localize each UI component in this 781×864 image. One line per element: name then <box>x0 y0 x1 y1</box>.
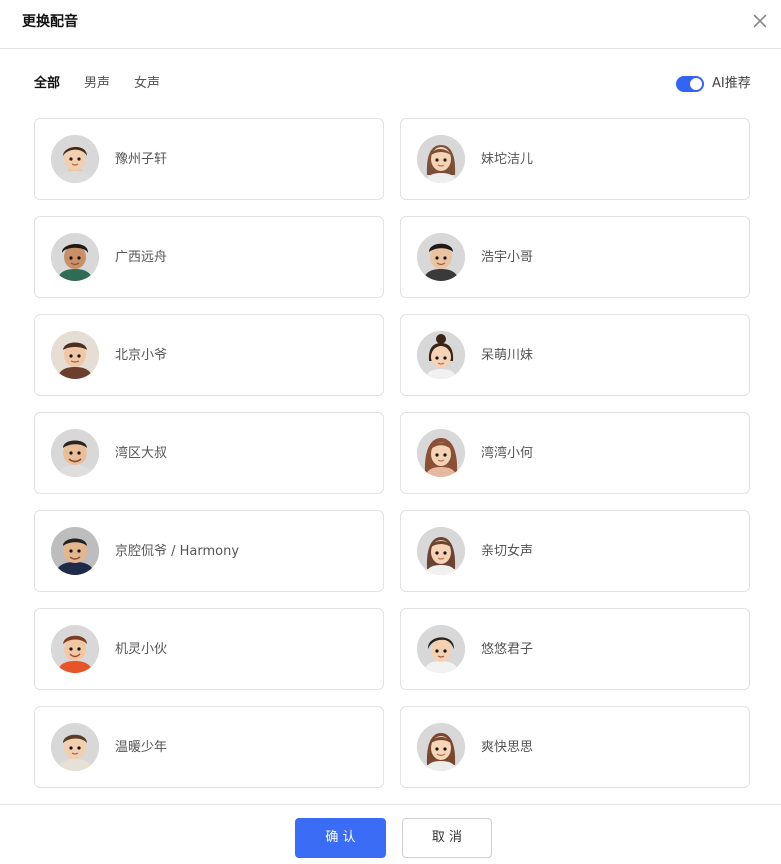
voice-name: 爽快思思 <box>481 740 534 755</box>
dialog-title: 更换配音 <box>22 14 78 30</box>
voice-name: 湾区大叔 <box>115 446 168 461</box>
ai-recommend-label: AI推荐 <box>712 76 751 91</box>
voice-name: 呆萌川妹 <box>481 348 534 363</box>
voice-list: 豫州子轩 妹坨洁儿 广西远舟 浩宇小哥 北京小爷 呆萌川妹 湾区大叔 湾湾小何 … <box>34 118 750 804</box>
voice-name: 湾湾小何 <box>481 446 534 461</box>
boy-avatar-icon <box>51 723 99 771</box>
boy-avatar-icon <box>51 625 99 673</box>
voice-card[interactable]: 亲切女声 <box>400 510 750 592</box>
cancel-button[interactable]: 取 消 <box>402 818 492 858</box>
uncle-avatar-icon <box>51 429 99 477</box>
voice-name: 北京小爷 <box>115 348 168 363</box>
voice-name: 机灵小伙 <box>115 642 168 657</box>
uncle-avatar-icon <box>51 527 99 575</box>
man-avatar-icon <box>417 233 465 281</box>
young-man-avatar-icon <box>417 625 465 673</box>
close-icon[interactable] <box>750 11 770 31</box>
switch-knob <box>690 78 702 90</box>
voice-name: 浩宇小哥 <box>481 250 534 265</box>
voice-card[interactable]: 温暖少年 <box>34 706 384 788</box>
girl-avatar-icon <box>417 135 465 183</box>
voice-card[interactable]: 妹坨洁儿 <box>400 118 750 200</box>
ai-recommend-toggle[interactable]: AI推荐 <box>676 74 751 94</box>
girl-bun-avatar-icon <box>417 331 465 379</box>
voice-card[interactable]: 湾区大叔 <box>34 412 384 494</box>
girl-avatar-icon <box>417 723 465 771</box>
voice-card[interactable]: 北京小爷 <box>34 314 384 396</box>
voice-name: 广西远舟 <box>115 250 168 265</box>
voice-card[interactable]: 爽快思思 <box>400 706 750 788</box>
dialog-header: 更换配音 <box>0 0 781 49</box>
girl-avatar-icon <box>417 429 465 477</box>
voice-card[interactable]: 豫州子轩 <box>34 118 384 200</box>
voice-filter-tabs: 全部 男声 女声 <box>34 74 184 94</box>
dialog-footer: 确 认 取 消 <box>0 804 781 864</box>
tab-male[interactable]: 男声 <box>84 74 110 94</box>
boy-avatar-icon <box>51 135 99 183</box>
tab-all[interactable]: 全部 <box>34 74 60 94</box>
voice-card[interactable]: 悠悠君子 <box>400 608 750 690</box>
voice-card[interactable]: 浩宇小哥 <box>400 216 750 298</box>
boy-avatar-icon <box>51 233 99 281</box>
woman-avatar-icon <box>417 527 465 575</box>
voice-name: 妹坨洁儿 <box>481 152 534 167</box>
voice-card[interactable]: 呆萌川妹 <box>400 314 750 396</box>
ai-recommend-switch[interactable] <box>676 76 704 92</box>
voice-name: 京腔侃爷 / Harmony <box>115 544 240 559</box>
voice-card[interactable]: 湾湾小何 <box>400 412 750 494</box>
man-avatar-icon <box>51 331 99 379</box>
confirm-button[interactable]: 确 认 <box>295 818 386 858</box>
voice-name: 亲切女声 <box>481 544 534 559</box>
voice-name: 悠悠君子 <box>481 642 534 657</box>
voice-card[interactable]: 京腔侃爷 / Harmony <box>34 510 384 592</box>
voice-card[interactable]: 广西远舟 <box>34 216 384 298</box>
voice-card[interactable]: 机灵小伙 <box>34 608 384 690</box>
tab-female[interactable]: 女声 <box>134 74 160 94</box>
voice-name: 温暖少年 <box>115 740 168 755</box>
voice-name: 豫州子轩 <box>115 152 168 167</box>
